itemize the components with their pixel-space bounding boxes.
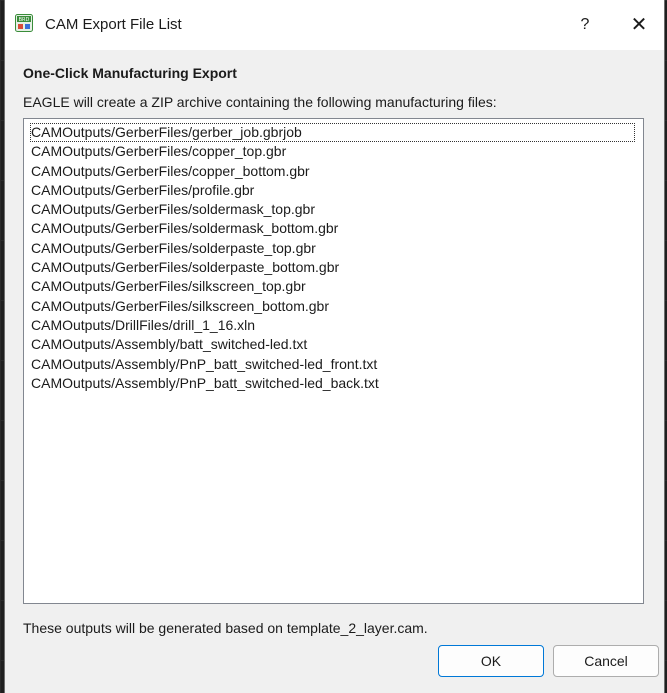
icon-text: BRD xyxy=(19,17,30,23)
list-item[interactable]: CAMOutputs/GerberFiles/profile.gbr xyxy=(30,181,637,200)
list-item[interactable]: CAMOutputs/Assembly/PnP_batt_switched-le… xyxy=(30,374,637,393)
list-item[interactable]: CAMOutputs/GerberFiles/silkscreen_bottom… xyxy=(30,297,637,316)
list-item[interactable]: CAMOutputs/Assembly/PnP_batt_switched-le… xyxy=(30,355,637,374)
help-button[interactable]: ? xyxy=(573,13,597,37)
ok-button[interactable]: OK xyxy=(438,645,544,677)
file-list[interactable]: CAMOutputs/GerberFiles/gerber_job.gbrjob… xyxy=(23,118,644,604)
cam-export-dialog: BRD CAM Export File List ? ✕ One-Click M… xyxy=(4,0,665,693)
list-item[interactable]: CAMOutputs/Assembly/batt_switched-led.tx… xyxy=(30,335,637,354)
list-item[interactable]: CAMOutputs/GerberFiles/soldermask_top.gb… xyxy=(30,200,637,219)
list-item[interactable]: CAMOutputs/GerberFiles/gerber_job.gbrjob xyxy=(30,123,635,143)
template-info-text: These outputs will be generated based on… xyxy=(23,620,428,636)
dialog-heading: One-Click Manufacturing Export xyxy=(23,65,237,81)
window-title: CAM Export File List xyxy=(45,16,182,33)
cancel-button[interactable]: Cancel xyxy=(553,645,659,677)
title-bar: BRD CAM Export File List ? ✕ xyxy=(5,0,664,50)
list-item[interactable]: CAMOutputs/DrillFiles/drill_1_16.xln xyxy=(30,316,637,335)
list-item[interactable]: CAMOutputs/GerberFiles/solderpaste_top.g… xyxy=(30,239,637,258)
eagle-board-icon: BRD xyxy=(15,14,33,32)
list-item[interactable]: CAMOutputs/GerberFiles/solderpaste_botto… xyxy=(30,258,637,277)
list-item[interactable]: CAMOutputs/GerberFiles/copper_top.gbr xyxy=(30,142,637,161)
dialog-description: EAGLE will create a ZIP archive containi… xyxy=(23,94,497,110)
list-item[interactable]: CAMOutputs/GerberFiles/silkscreen_top.gb… xyxy=(30,277,637,296)
list-item[interactable]: CAMOutputs/GerberFiles/soldermask_bottom… xyxy=(30,219,637,238)
list-item[interactable]: CAMOutputs/GerberFiles/copper_bottom.gbr xyxy=(30,162,637,181)
close-button[interactable]: ✕ xyxy=(627,13,651,37)
